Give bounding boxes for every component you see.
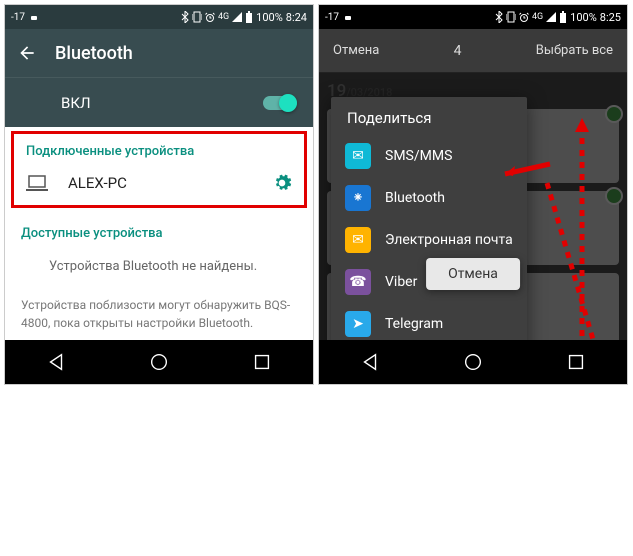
share-item-telegram[interactable]: ➤ Telegram — [331, 303, 527, 340]
share-item-label: Telegram — [385, 316, 443, 332]
status-bar: -17 4G 100% 8:24 — [5, 5, 313, 29]
selection-count: 4 — [393, 43, 521, 59]
bluetooth-toggle-row[interactable]: ВКЛ — [5, 77, 313, 127]
vibrate-icon — [192, 11, 202, 23]
nav-recent-icon[interactable] — [251, 351, 273, 373]
select-all-button[interactable]: Выбрать все — [522, 29, 627, 72]
share-panel: Поделиться ✉ SMS/MMS ⁕ Bluetooth ✉ Электронна… — [331, 97, 527, 340]
discoverable-hint: Устройства поблизости могут обнаружить B… — [5, 288, 313, 340]
battery-pct: 100% — [256, 11, 283, 24]
back-arrow-icon[interactable] — [17, 43, 37, 63]
share-item-label: Viber — [385, 274, 417, 290]
app-header: Bluetooth — [5, 29, 313, 77]
battery-icon — [245, 11, 253, 23]
right-phone: -17 4G 100% 8:25 Отмена 4 Выбрать все 19… — [318, 4, 628, 385]
weather-icon — [29, 12, 39, 22]
share-item-label: Bluetooth — [385, 190, 445, 206]
alarm-icon — [205, 12, 215, 22]
toggle-label: ВКЛ — [61, 94, 91, 112]
share-item-label: Электронная почта — [385, 232, 513, 248]
bluetooth-icon — [181, 11, 189, 23]
battery-icon — [559, 11, 567, 23]
clock: 8:25 — [600, 11, 621, 24]
temp-indicator: -17 — [325, 12, 339, 23]
share-item-label: SMS/MMS — [385, 148, 452, 164]
battery-pct: 100% — [570, 11, 597, 24]
alarm-icon — [519, 12, 529, 22]
no-devices-text: Устройства Bluetooth не найдены. — [5, 247, 313, 288]
left-phone: -17 4G 100% 8:24 Bluetooth ВКЛ Подключен… — [4, 4, 314, 385]
share-app-icon: ➤ — [345, 311, 371, 337]
connected-devices-highlight: Подключенные устройства ALEX-PC — [11, 131, 307, 208]
cancel-button[interactable]: Отмена — [319, 29, 393, 72]
network-icon: 4G — [532, 12, 543, 22]
vibrate-icon — [506, 11, 516, 23]
share-app-icon: ✉ — [345, 227, 371, 253]
laptop-icon — [26, 175, 48, 191]
available-label: Доступные устройства — [5, 212, 313, 247]
nav-bar — [319, 340, 627, 384]
toggle-switch[interactable] — [263, 94, 297, 112]
page-title: Bluetooth — [55, 43, 133, 64]
selection-topbar: Отмена 4 Выбрать все — [319, 29, 627, 73]
annotation-dotted-arrow — [537, 173, 607, 340]
cancel-dialog[interactable]: Отмена — [426, 258, 520, 290]
share-item-электронная-почта[interactable]: ✉ Электронная почта — [331, 219, 527, 261]
clock: 8:24 — [286, 11, 307, 24]
device-name: ALEX-PC — [68, 174, 272, 192]
signal-icon — [232, 12, 242, 22]
nav-recent-icon[interactable] — [565, 351, 587, 373]
weather-icon — [343, 12, 353, 22]
nav-back-icon[interactable] — [45, 351, 67, 373]
nav-home-icon[interactable] — [148, 351, 170, 373]
bluetooth-icon — [495, 11, 503, 23]
share-app-icon: ☎ — [345, 269, 371, 295]
network-icon: 4G — [218, 12, 229, 22]
temp-indicator: -17 — [11, 12, 25, 23]
share-title: Поделиться — [331, 97, 527, 135]
share-app-icon: ⁕ — [345, 185, 371, 211]
device-row[interactable]: ALEX-PC — [14, 163, 304, 205]
gear-icon[interactable] — [272, 173, 292, 193]
nav-home-icon[interactable] — [462, 351, 484, 373]
status-bar: -17 4G 100% 8:25 — [319, 5, 627, 29]
connected-label: Подключенные устройства — [14, 134, 304, 163]
share-app-icon: ✉ — [345, 143, 371, 169]
nav-back-icon[interactable] — [359, 351, 381, 373]
signal-icon — [546, 12, 556, 22]
nav-bar — [5, 340, 313, 384]
